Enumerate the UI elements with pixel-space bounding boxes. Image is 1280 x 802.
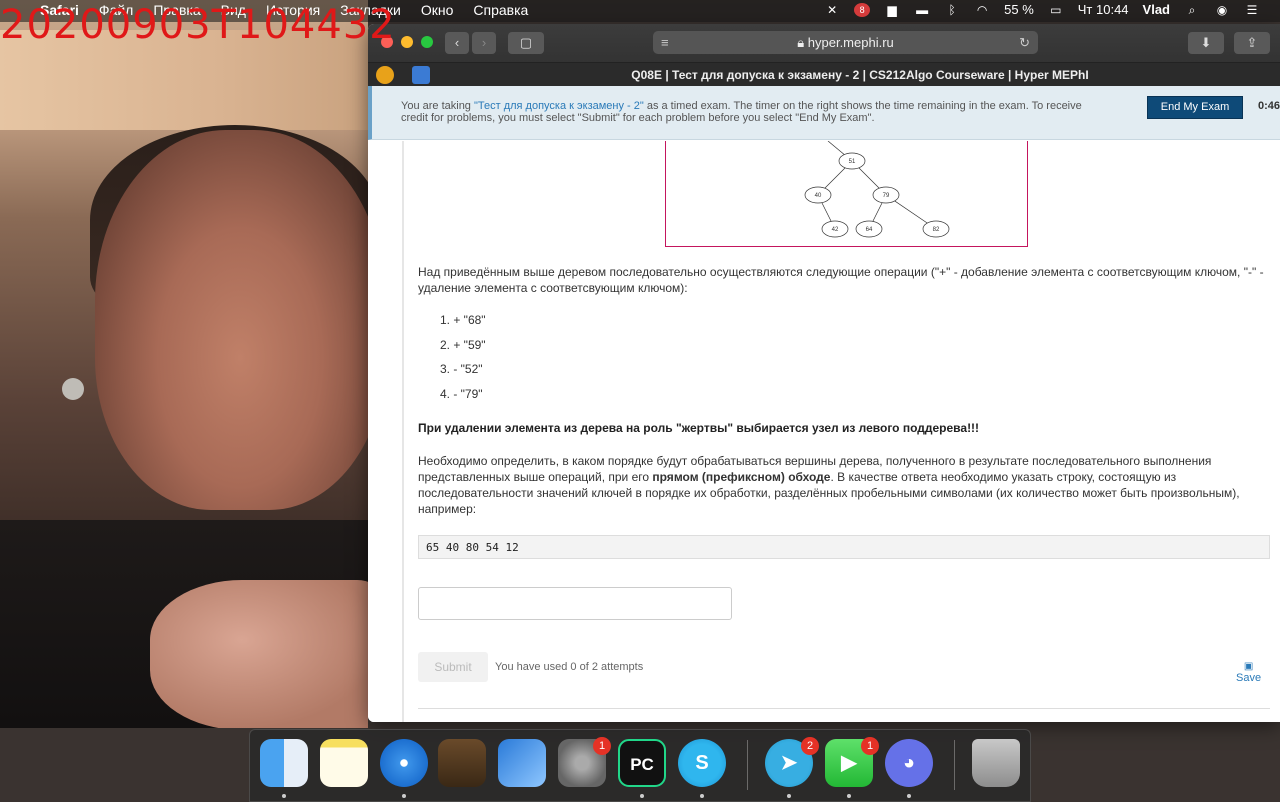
attempts-count: You have used 0 of 2 attempts [495, 661, 644, 673]
minimize-window-button[interactable] [401, 36, 413, 48]
tree-node-right-left: 64 [855, 220, 883, 238]
chat-tab-icon[interactable] [412, 66, 430, 84]
operation-item: 2. + "59" [440, 337, 486, 352]
wifi-icon[interactable]: ◠ [974, 3, 990, 17]
system-preferences-badge: 1 [593, 737, 611, 755]
running-indicator [700, 794, 704, 798]
tree-node-left-left: 42 [821, 220, 849, 238]
active-tab-title[interactable]: Q08E | Тест для допуска к экзамену - 2 |… [440, 63, 1280, 87]
tree-diagram: 51 40 79 42 64 82 [665, 141, 1028, 247]
operation-item: 4. - "79" [440, 386, 483, 401]
svg-text:82: 82 [933, 227, 940, 233]
user-name[interactable]: Vlad [1143, 2, 1170, 17]
url-text: hyper.mephi.ru [807, 35, 894, 50]
forward-button[interactable]: › [472, 32, 496, 54]
running-indicator [640, 794, 644, 798]
discord-icon[interactable]: ◕ [885, 739, 933, 787]
share-icon[interactable]: ⇪ [1234, 32, 1270, 54]
exam-banner: You are taking "Тест для допуска к экзам… [368, 86, 1280, 140]
trash-icon[interactable] [972, 739, 1020, 787]
browser-toolbar: ‹ › ▢ ≡ 🔒︎ hyper.mephi.ru ↻ ⬇ ⇪ [368, 24, 1280, 62]
address-bar[interactable]: ≡ 🔒︎ hyper.mephi.ru ↻ [653, 31, 1038, 54]
notes-icon[interactable] [320, 739, 368, 787]
firefox-tab-icon[interactable] [376, 66, 394, 84]
svg-text:42: 42 [832, 227, 839, 233]
tab-bar: Q08E | Тест для допуска к экзамену - 2 |… [368, 62, 1280, 87]
flag-icon[interactable]: ▬ [914, 3, 930, 17]
sidebar-toggle-icon[interactable]: ▢ [508, 32, 544, 54]
xcode-icon[interactable] [498, 739, 546, 787]
problem-content: 51 40 79 42 64 82 Над приведённым выше д… [368, 141, 1280, 722]
save-button[interactable]: ▣ Save [1236, 661, 1261, 684]
svg-text:79: 79 [883, 193, 890, 199]
back-button[interactable]: ‹ [445, 32, 469, 54]
deletion-rule-note: При удалении элемента из дерева на роль … [418, 421, 980, 435]
tree-node-left: 40 [804, 186, 832, 204]
maximize-window-button[interactable] [421, 36, 433, 48]
telegram-badge: 2 [801, 737, 819, 755]
operations-list: 1. + "68" 2. + "59" 3. - "52" 4. - "79" [440, 313, 486, 411]
chat-icon[interactable]: ▆ [884, 3, 900, 17]
pycharm-icon[interactable]: PC [618, 739, 666, 787]
question-intro: Над приведённым выше деревом последовате… [418, 265, 1264, 295]
submit-button[interactable]: Submit [418, 652, 488, 682]
traversal-type: прямом (префиксном) обходе [652, 470, 831, 484]
tree-node-right: 79 [872, 186, 900, 204]
section-divider [418, 708, 1270, 709]
person-head [95, 130, 368, 510]
running-indicator [787, 794, 791, 798]
exam-banner-message: You are taking "Тест для допуска к экзам… [401, 100, 1101, 124]
dock-separator [747, 740, 748, 790]
running-indicator [402, 794, 406, 798]
operation-item: 3. - "52" [440, 362, 483, 376]
running-indicator [847, 794, 851, 798]
tree-node-root: 51 [838, 152, 866, 170]
safari-icon[interactable] [380, 739, 428, 787]
background-lamp [62, 378, 84, 400]
content-left-border [402, 141, 404, 722]
save-icon: ▣ [1243, 661, 1254, 672]
exam-name-link[interactable]: "Тест для допуска к экзамену - 2" [474, 100, 644, 112]
answer-input[interactable] [418, 587, 732, 620]
operation-item: 1. + "68" [440, 313, 486, 327]
finder-icon[interactable] [260, 739, 308, 787]
svg-text:51: 51 [849, 159, 856, 165]
control-center-icon[interactable]: ☰ [1244, 3, 1260, 17]
end-exam-button[interactable]: End My Exam [1147, 96, 1243, 119]
battery-percent[interactable]: 55 % [1004, 2, 1034, 17]
downloads-icon[interactable]: ⬇ [1188, 32, 1224, 54]
svg-text:40: 40 [815, 193, 822, 199]
tools-icon[interactable]: ✕ [824, 3, 840, 17]
spotlight-search-icon[interactable]: ⌕ [1184, 3, 1200, 17]
safari-window: ‹ › ▢ ≡ 🔒︎ hyper.mephi.ru ↻ ⬇ ⇪ Q08E | Т… [368, 24, 1280, 722]
clock[interactable]: Чт 10:44 [1078, 2, 1129, 17]
recording-timestamp: 20200903T104432 [0, 2, 396, 48]
exam-timer: 0:46: [1258, 100, 1280, 112]
lock-icon: 🔒︎ [797, 35, 805, 50]
reader-icon[interactable]: ≡ [661, 31, 669, 54]
running-indicator [282, 794, 286, 798]
dock: 1 PC S ➤ 2 ▶ 1 ◕ [249, 729, 1031, 802]
guitar-icon[interactable] [438, 739, 486, 787]
skype-icon[interactable]: S [678, 739, 726, 787]
person-arm [150, 580, 368, 728]
notification-app-icon[interactable]: 8 [854, 2, 871, 17]
menu-help[interactable]: Справка [473, 2, 528, 18]
battery-icon[interactable]: ▭ [1048, 3, 1064, 17]
example-answer: 65 40 80 54 12 [418, 535, 1270, 559]
dock-separator [954, 740, 955, 790]
banner-text-prefix: You are taking [401, 100, 474, 112]
task-description: Необходимо определить, в каком порядке б… [418, 453, 1268, 517]
tree-node-right-right: 82 [922, 220, 950, 238]
facetime-badge: 1 [861, 737, 879, 755]
svg-text:64: 64 [866, 227, 873, 233]
running-indicator [907, 794, 911, 798]
menu-window[interactable]: Окно [421, 2, 454, 18]
webcam-overlay [0, 0, 368, 728]
bluetooth-icon[interactable]: ᛒ [944, 3, 960, 17]
save-label: Save [1236, 672, 1262, 684]
siri-icon[interactable]: ◉ [1214, 3, 1230, 17]
reload-icon[interactable]: ↻ [1019, 31, 1030, 54]
